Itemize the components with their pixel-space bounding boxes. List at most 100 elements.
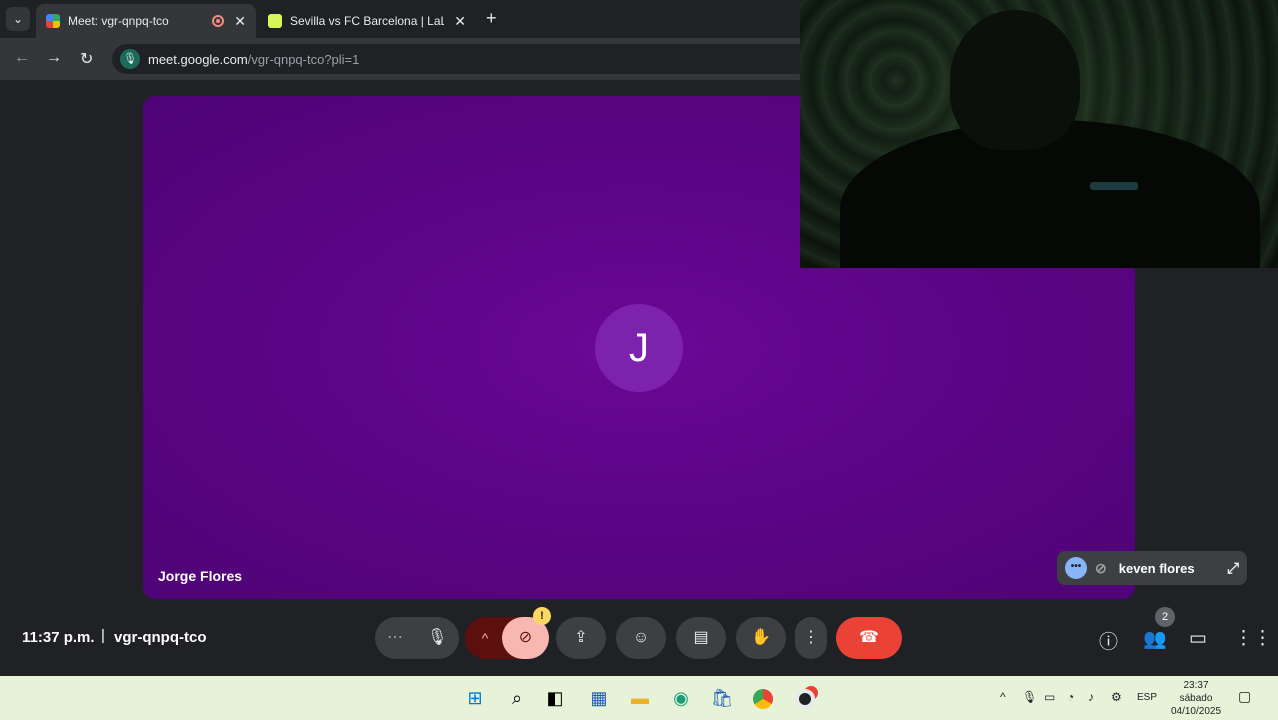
captions-icon: ▤ — [693, 629, 709, 646]
camera-group: ^ ⊘ ! — [465, 607, 551, 659]
mic-group: ⋯ 🎙 — [375, 617, 459, 659]
microphone-button[interactable]: 🎙 — [427, 617, 447, 659]
widgets-icon: ▦ — [590, 688, 608, 708]
more-options-icon[interactable]: ••• — [1065, 557, 1087, 579]
task-view-button[interactable]: ◧ — [543, 686, 567, 710]
back-button[interactable]: ← — [14, 49, 30, 67]
meet-stage: J Jorge Flores ••• ⊘ keven flores ⤢ 11:3… — [0, 0, 1278, 676]
tab-laliga[interactable]: Sevilla vs FC Barcelona | LaLiga ✕ — [258, 4, 476, 38]
raise-hand-icon: ✋ — [751, 629, 771, 646]
audio-settings-button[interactable]: ⋯ — [387, 617, 403, 659]
apps-grid-icon: ⋮⋮ — [1234, 628, 1272, 649]
people-button[interactable]: 👥 — [1143, 627, 1167, 651]
plus-icon: + — [486, 8, 497, 28]
recorder-app-button[interactable] — [793, 686, 817, 710]
people-icon: 👥 — [1143, 629, 1167, 650]
info-icon: ⓘ — [1099, 632, 1119, 653]
participant-name: Jorge Flores — [158, 568, 243, 584]
windows-taskbar: ⊞ ⌕ ◧ ▦ ▬ ◉ 🛍 ^ 🎙 ▭ ◔ ♪ ⚙ ESP 23:37 sába… — [0, 676, 1278, 720]
chrome-icon — [753, 689, 773, 710]
settings-tray-icon[interactable]: ⚙ — [1111, 690, 1122, 704]
self-view-tile[interactable]: ••• ⊘ keven flores ⤢ — [1057, 551, 1247, 585]
url-path: /vgr-qnpq-tco?pli=1 — [247, 51, 360, 67]
chevron-down-icon: ⌄ — [12, 12, 24, 26]
reload-icon: ↻ — [80, 51, 94, 68]
people-count-badge: 2 — [1155, 607, 1175, 627]
tab-title: Meet: vgr-qnpq-tco — [68, 14, 169, 28]
meeting-time: 11:37 p.m. — [22, 629, 95, 646]
camera-off-icon: ⊘ — [518, 629, 533, 646]
camera-off-icon: ⊘ — [1095, 559, 1107, 576]
meeting-details-button[interactable]: ⓘ — [1099, 627, 1118, 654]
webcam-person-head — [950, 10, 1080, 150]
system-clock[interactable]: 23:37 sábado 04/10/2025 — [1166, 679, 1226, 718]
arrow-left-icon: ← — [14, 49, 30, 66]
search-icon: ⌕ — [511, 688, 523, 708]
notifications-button[interactable]: ▢ — [1238, 688, 1251, 705]
address-bar[interactable]: 🎙 meet.google.com /vgr-qnpq-tco?pli=1 — [112, 44, 812, 74]
present-button[interactable]: ⇪ — [556, 617, 606, 659]
present-screen-icon: ⇪ — [574, 629, 588, 646]
chrome-button[interactable] — [751, 686, 775, 710]
close-tab-icon[interactable]: ✕ — [454, 13, 466, 30]
video-settings-button[interactable]: ^ — [465, 617, 505, 659]
more-options-button[interactable]: ⋮ — [795, 617, 827, 659]
tab-meet[interactable]: Meet: vgr-qnpq-tco ✕ — [36, 4, 256, 38]
expand-icon[interactable]: ⤢ — [1227, 560, 1239, 577]
input-language[interactable]: ESP — [1137, 692, 1157, 703]
windows-logo-icon: ⊞ — [467, 688, 483, 708]
clock-day: sábado — [1179, 693, 1213, 704]
arrow-right-icon: → — [46, 49, 62, 66]
new-tab-button[interactable]: + — [486, 8, 497, 29]
tab-title: Sevilla vs FC Barcelona | LaLiga — [290, 14, 445, 28]
edge-button[interactable]: ◉ — [669, 686, 693, 710]
tab-search-button[interactable]: ⌄ — [6, 7, 30, 31]
microphone-tray-icon[interactable]: 🎙 — [1022, 690, 1037, 704]
self-view-name: keven flores — [1118, 560, 1195, 576]
record-icon — [795, 689, 815, 710]
clock-time: 23:37 — [1183, 680, 1209, 691]
wifi-icon[interactable]: ◔ — [1067, 690, 1074, 704]
show-hidden-icons-button[interactable]: ^ — [1000, 690, 1006, 704]
reload-button[interactable]: ↻ — [80, 49, 93, 69]
warning-badge: ! — [533, 607, 551, 625]
search-button[interactable]: ⌕ — [505, 686, 529, 710]
site-mic-icon[interactable]: 🎙 — [120, 49, 140, 69]
leave-call-button[interactable]: ☎ — [836, 617, 902, 659]
start-button[interactable]: ⊞ — [463, 686, 487, 710]
edge-icon: ◉ — [673, 688, 689, 708]
folder-icon: ▬ — [631, 688, 649, 708]
notification-icon: ▢ — [1238, 688, 1252, 704]
clock-date: 04/10/2025 — [1170, 706, 1222, 717]
file-explorer-button[interactable]: ▬ — [628, 686, 652, 710]
volume-icon[interactable]: ♪ — [1088, 690, 1094, 704]
raise-hand-button[interactable]: ✋ — [736, 617, 786, 659]
separator: | — [101, 627, 105, 644]
reactions-button[interactable]: ☺ — [616, 617, 666, 659]
laliga-favicon-icon — [268, 14, 282, 28]
microphone-icon: 🎙 — [427, 629, 448, 646]
emoji-icon: ☺ — [632, 629, 650, 646]
activities-button[interactable]: ⋮⋮ — [1234, 627, 1272, 650]
webcam-phone — [1090, 182, 1138, 190]
recording-indicator-icon — [212, 15, 225, 27]
chat-button[interactable]: ▭ — [1189, 627, 1207, 650]
battery-icon[interactable]: ▭ — [1044, 690, 1055, 704]
end-call-icon: ☎ — [859, 629, 879, 646]
more-vert-icon: ⋮ — [803, 629, 819, 646]
avatar: J — [595, 304, 683, 392]
url-host: meet.google.com — [148, 51, 248, 67]
chevron-up-icon: ^ — [481, 630, 489, 646]
meeting-code: vgr-qnpq-tco — [114, 629, 207, 646]
store-icon: 🛍 — [710, 688, 734, 708]
chat-icon: ▭ — [1189, 628, 1207, 649]
control-bar: 11:37 p.m. | vgr-qnpq-tco ⋯ 🎙 ^ ⊘ ! ⇪ ☺ … — [0, 607, 1278, 669]
forward-button[interactable]: → — [46, 49, 62, 67]
task-view-icon: ◧ — [546, 688, 564, 708]
chevron-up-icon: ^ — [1000, 690, 1006, 704]
close-tab-icon[interactable]: ✕ — [234, 13, 246, 30]
captions-button[interactable]: ▤ — [676, 617, 726, 659]
store-button[interactable]: 🛍 — [710, 686, 734, 710]
widgets-button[interactable]: ▦ — [587, 686, 611, 710]
meet-favicon-icon — [46, 14, 60, 28]
